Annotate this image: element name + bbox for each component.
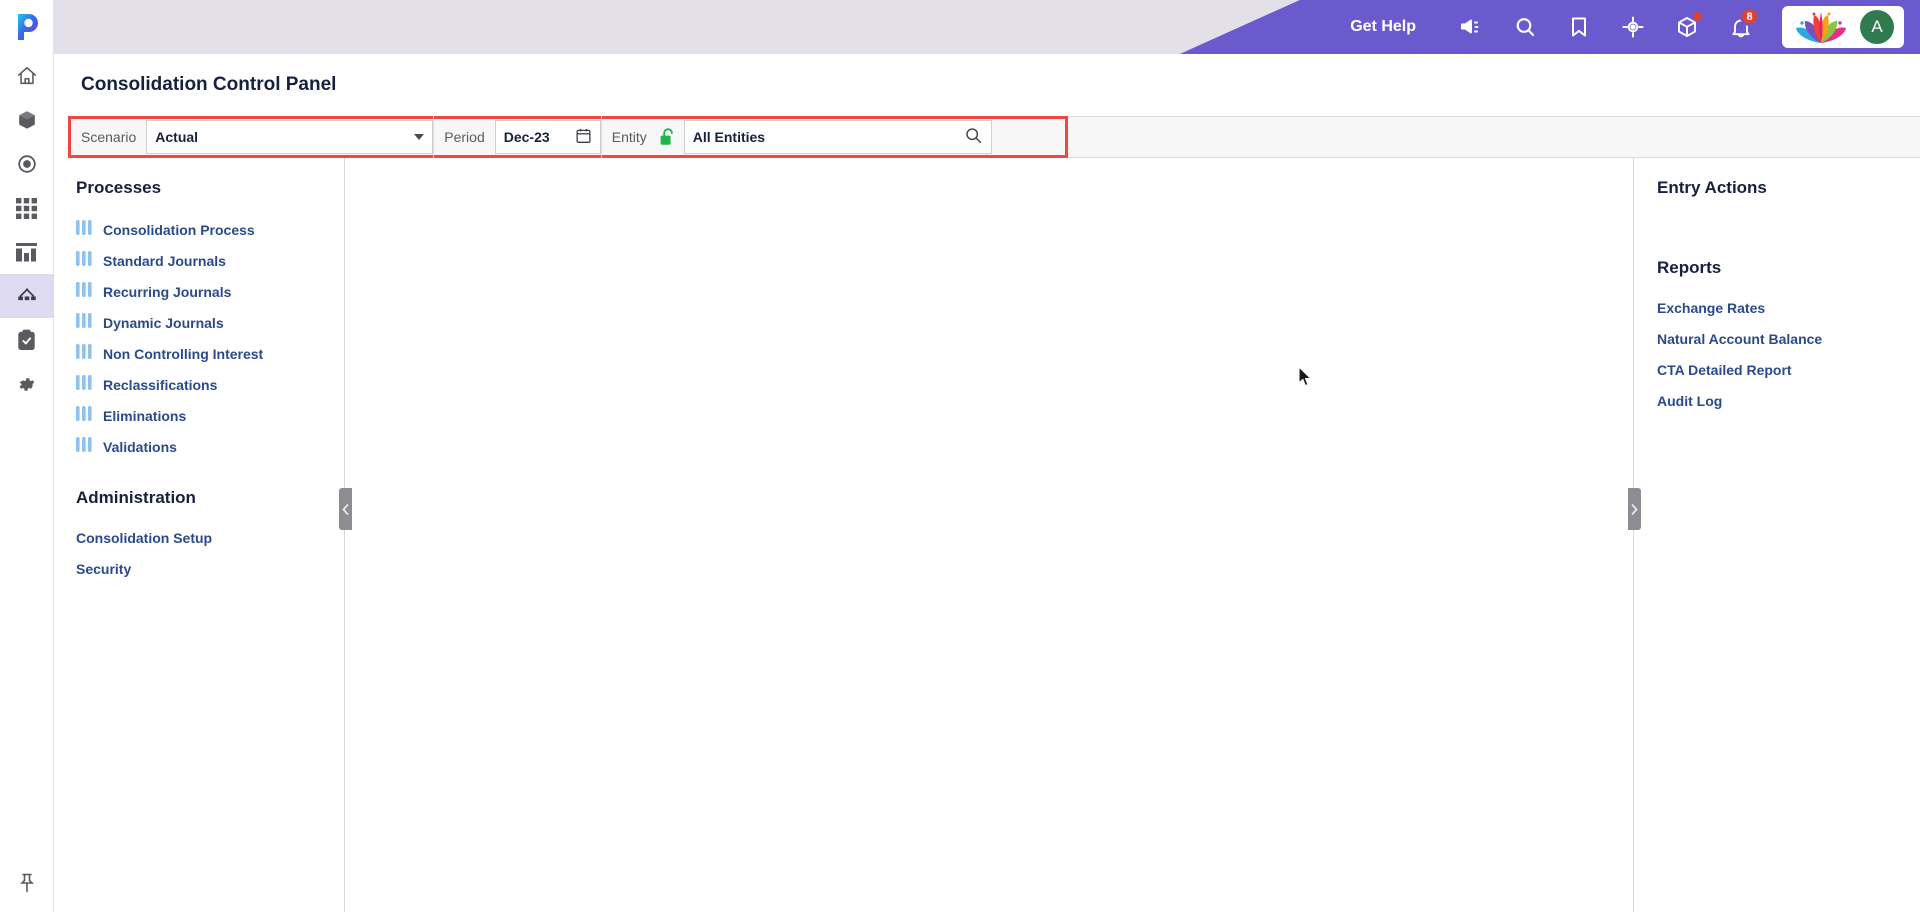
process-item-label: Recurring Journals [103, 283, 232, 300]
bars-icon [76, 436, 93, 457]
process-item-dynamic-journals[interactable]: Dynamic Journals [76, 307, 344, 338]
avatar[interactable]: A [1860, 10, 1894, 44]
search-icon[interactable] [964, 126, 983, 148]
process-item-label: Validations [103, 438, 177, 455]
sidebar-item-grid[interactable] [0, 186, 54, 230]
entry-actions-panel: Entry Actions Reports Exchange Rates Nat… [1635, 158, 1920, 912]
sidebar-item-settings[interactable] [0, 362, 54, 406]
unlock-icon[interactable] [657, 127, 676, 147]
admin-item-label: Security [76, 560, 132, 577]
sidebar-item-home[interactable] [0, 54, 54, 98]
report-item-label: Exchange Rates [1657, 299, 1766, 316]
calendar-icon[interactable] [575, 127, 592, 147]
lotus-logo-icon [1796, 12, 1846, 43]
administration-heading: Administration [76, 488, 196, 507]
chevron-down-icon[interactable] [414, 134, 425, 140]
process-item-eliminations[interactable]: Eliminations [76, 400, 344, 431]
megaphone-icon[interactable] [1449, 5, 1493, 49]
crosshair-icon[interactable] [1611, 5, 1655, 49]
process-item-label: Consolidation Process [103, 221, 255, 238]
process-item-reclassifications[interactable]: Reclassifications [76, 369, 344, 400]
bookmark-icon[interactable] [1557, 5, 1601, 49]
process-item-recurring-journals[interactable]: Recurring Journals [76, 276, 344, 307]
cube-badge-dot [1693, 12, 1702, 21]
left-panel-collapse-handle[interactable] [339, 488, 352, 530]
get-help-button[interactable]: Get Help [1350, 18, 1416, 36]
page-title-bar: Consolidation Control Panel [54, 54, 1920, 116]
filter-bar: Scenario Actual Period Dec-23 Entity All… [68, 116, 1068, 158]
bell-icon[interactable]: 8 [1719, 5, 1763, 49]
scenario-value: Actual [155, 129, 199, 145]
chevron-right-icon [1631, 503, 1638, 515]
entry-actions-heading: Entry Actions [1657, 178, 1767, 197]
reports-heading: Reports [1657, 258, 1722, 277]
main-canvas [346, 158, 1634, 912]
process-item-label: Non Controlling Interest [103, 345, 264, 362]
admin-item-consolidation-setup[interactable]: Consolidation Setup [76, 522, 344, 553]
content-area: Processes Consolidation Process Standard… [54, 158, 1920, 912]
icon-rail [0, 0, 54, 912]
bars-icon [76, 374, 93, 395]
processes-panel: Processes Consolidation Process Standard… [54, 158, 345, 912]
bars-icon [76, 219, 93, 240]
top-header: Get Help 8 A [54, 0, 1920, 54]
process-item-standard-journals[interactable]: Standard Journals [76, 245, 344, 276]
period-select[interactable]: Dec-23 [494, 120, 601, 154]
processes-heading: Processes [76, 178, 162, 197]
process-item-consolidation-process[interactable]: Consolidation Process [76, 214, 344, 245]
period-value: Dec-23 [503, 129, 550, 145]
sidebar-item-reports[interactable] [0, 230, 54, 274]
user-chip[interactable]: A [1782, 6, 1904, 48]
report-item-label: Natural Account Balance [1657, 330, 1823, 347]
scenario-label: Scenario [81, 129, 137, 145]
process-item-label: Standard Journals [103, 252, 226, 269]
admin-item-security[interactable]: Security [76, 553, 344, 584]
process-item-label: Dynamic Journals [103, 314, 224, 331]
report-item-natural-account-balance[interactable]: Natural Account Balance [1657, 323, 1920, 354]
filter-bar-extension [1068, 116, 1920, 158]
report-item-exchange-rates[interactable]: Exchange Rates [1657, 292, 1920, 323]
process-item-non-controlling-interest[interactable]: Non Controlling Interest [76, 338, 344, 369]
report-item-audit-log[interactable]: Audit Log [1657, 385, 1920, 416]
entity-value: All Entities [692, 129, 766, 145]
scenario-select[interactable]: Actual [146, 120, 434, 154]
search-icon[interactable] [1503, 5, 1547, 49]
p-logo-icon[interactable] [0, 0, 54, 54]
sidebar-item-tasks[interactable] [0, 318, 54, 362]
bars-icon [76, 405, 93, 426]
entity-search-input[interactable]: All Entities [683, 120, 992, 154]
report-item-label: Audit Log [1657, 392, 1723, 409]
process-item-validations[interactable]: Validations [76, 431, 344, 462]
process-item-label: Eliminations [103, 407, 187, 424]
notification-badge: 8 [1740, 7, 1759, 26]
sidebar-item-consolidation[interactable] [0, 274, 54, 318]
page-title: Consolidation Control Panel [81, 74, 337, 95]
bars-icon [76, 343, 93, 364]
right-panel-expand-handle[interactable] [1628, 488, 1641, 530]
bars-icon [76, 250, 93, 271]
report-item-cta-detailed-report[interactable]: CTA Detailed Report [1657, 354, 1920, 385]
admin-item-label: Consolidation Setup [76, 529, 213, 546]
report-item-label: CTA Detailed Report [1657, 361, 1792, 378]
bars-icon [76, 281, 93, 302]
header-purple-region: Get Help 8 A [1180, 0, 1920, 54]
entity-label: Entity [611, 129, 647, 145]
bars-icon [76, 312, 93, 333]
sidebar-item-targets[interactable] [0, 142, 54, 186]
sidebar-item-models[interactable] [0, 98, 54, 142]
cube-outline-icon[interactable] [1665, 5, 1709, 49]
pushpin-icon[interactable] [0, 854, 54, 912]
chevron-left-icon [342, 503, 349, 515]
period-label: Period [444, 129, 485, 145]
process-item-label: Reclassifications [103, 376, 218, 393]
